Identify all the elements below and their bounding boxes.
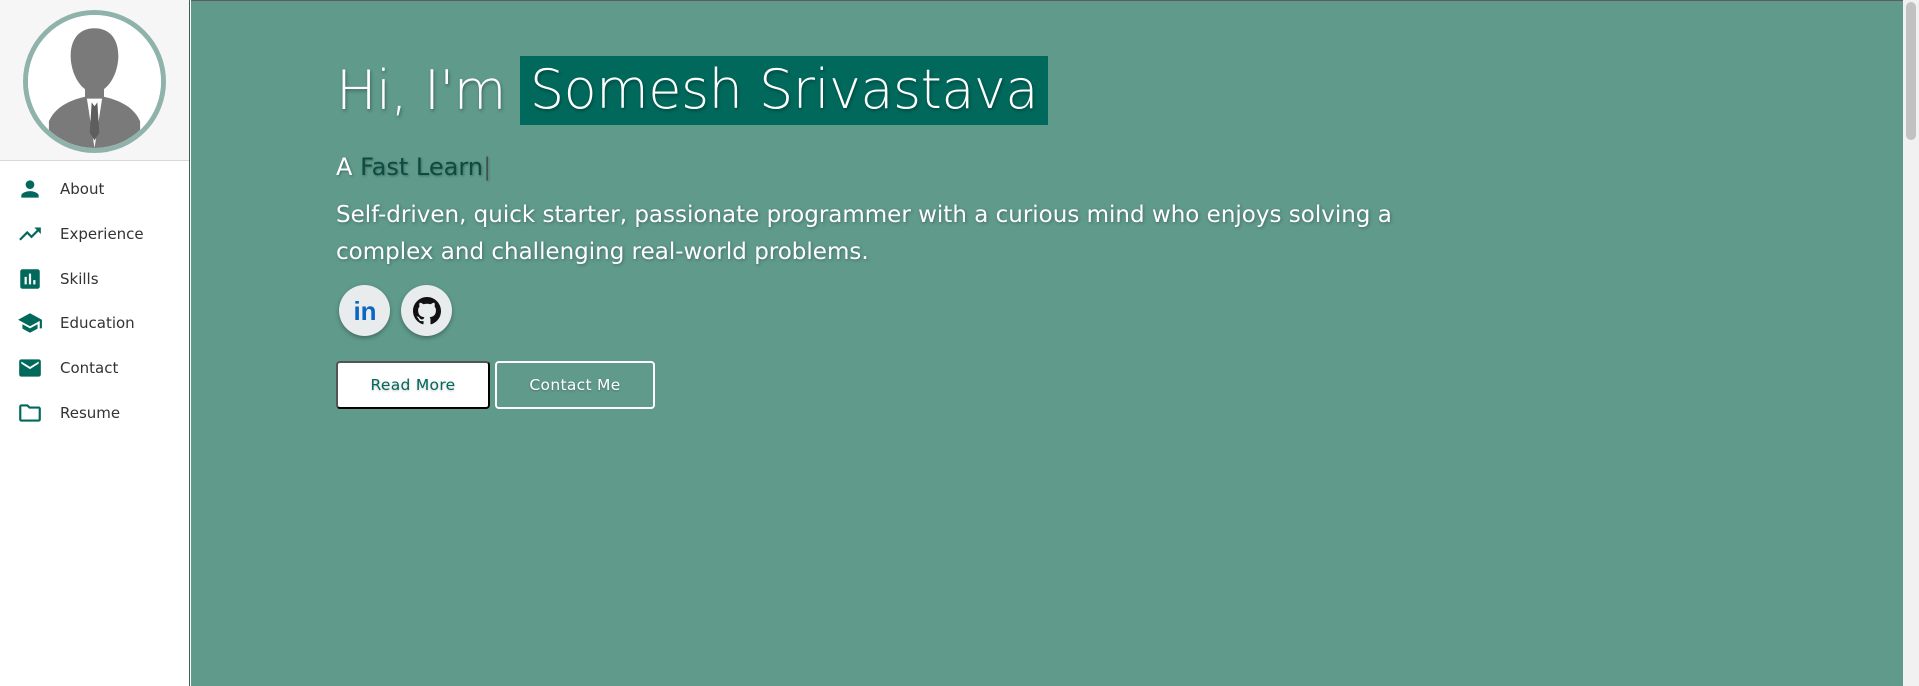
sidebar-item-label: Experience bbox=[60, 225, 144, 244]
folder-icon bbox=[16, 401, 44, 425]
trending-up-icon bbox=[16, 222, 44, 246]
hero-heading: Hi, I'm Somesh Srivastava bbox=[336, 56, 1426, 125]
sidebar-item-label: Resume bbox=[60, 403, 121, 422]
sidebar-item-experience[interactable]: Experience bbox=[0, 212, 189, 257]
typing-caret: | bbox=[483, 153, 492, 181]
mail-icon bbox=[16, 356, 44, 380]
typed-role-line: A Fast Learn| bbox=[336, 153, 1426, 181]
avatar-section bbox=[0, 0, 189, 161]
hero-actions: Read More Contact Me bbox=[336, 361, 1426, 409]
sidebar-item-label: Skills bbox=[60, 269, 99, 288]
linkedin-icon: in bbox=[353, 299, 376, 323]
sidebar-item-resume[interactable]: Resume bbox=[0, 390, 189, 435]
contact-me-button[interactable]: Contact Me bbox=[495, 361, 655, 409]
hero-section: Hi, I'm Somesh Srivastava A Fast Learn| … bbox=[191, 0, 1903, 686]
linkedin-glyph: in bbox=[353, 299, 376, 323]
sidebar: About Experience Skills Education Contac… bbox=[0, 0, 190, 686]
hero-tagline: Self-driven, quick starter, passionate p… bbox=[336, 202, 1392, 265]
linkedin-link[interactable]: in bbox=[339, 285, 390, 336]
sidebar-item-label: About bbox=[60, 180, 105, 199]
page-scrollbar[interactable] bbox=[1903, 0, 1919, 686]
sidebar-item-label: Education bbox=[60, 314, 135, 333]
scrollbar-thumb[interactable] bbox=[1906, 2, 1916, 140]
read-more-button[interactable]: Read More bbox=[336, 361, 490, 409]
bar-chart-icon bbox=[16, 267, 44, 291]
sidebar-nav: About Experience Skills Education Contac… bbox=[0, 161, 189, 435]
github-icon bbox=[412, 296, 441, 324]
hero-content: Hi, I'm Somesh Srivastava A Fast Learn| … bbox=[336, 56, 1426, 409]
github-link[interactable] bbox=[401, 285, 452, 336]
sidebar-item-label: Contact bbox=[60, 359, 119, 378]
social-links: in bbox=[336, 285, 1426, 336]
typed-role-text: Fast Learn bbox=[360, 153, 483, 181]
sidebar-item-education[interactable]: Education bbox=[0, 301, 189, 346]
greeting-prefix: Hi, I'm bbox=[336, 59, 506, 122]
sidebar-item-contact[interactable]: Contact bbox=[0, 346, 189, 391]
person-silhouette-icon bbox=[28, 15, 161, 148]
avatar bbox=[23, 10, 166, 153]
school-icon bbox=[16, 311, 44, 335]
sidebar-item-skills[interactable]: Skills bbox=[0, 256, 189, 301]
hero-name: Somesh Srivastava bbox=[519, 56, 1048, 125]
person-icon bbox=[16, 177, 44, 201]
role-prefix: A bbox=[336, 153, 353, 181]
sidebar-item-about[interactable]: About bbox=[0, 167, 189, 212]
